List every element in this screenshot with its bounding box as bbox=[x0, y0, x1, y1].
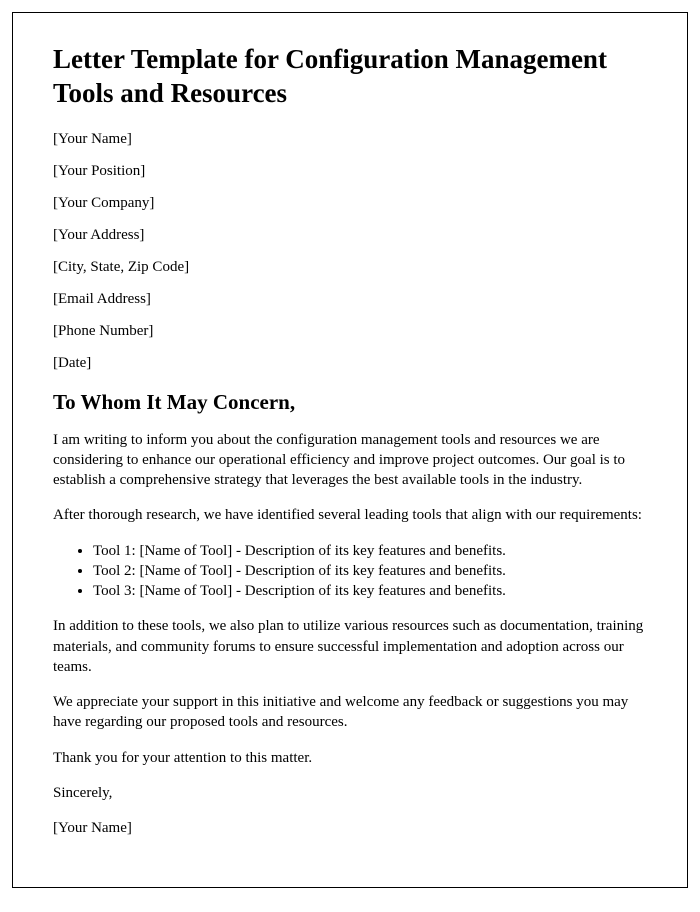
tools-list: Tool 1: [Name of Tool] - Description of … bbox=[93, 541, 647, 602]
list-item: Tool 2: [Name of Tool] - Description of … bbox=[93, 561, 647, 581]
field-address: [Your Address] bbox=[53, 227, 647, 244]
field-name: [Your Name] bbox=[53, 131, 647, 148]
field-date: [Date] bbox=[53, 355, 647, 372]
field-email: [Email Address] bbox=[53, 291, 647, 308]
document-page: Letter Template for Configuration Manage… bbox=[12, 12, 688, 888]
paragraph-tools-intro: After thorough research, we have identif… bbox=[53, 505, 647, 525]
field-phone: [Phone Number] bbox=[53, 323, 647, 340]
paragraph-resources: In addition to these tools, we also plan… bbox=[53, 616, 647, 677]
list-item: Tool 1: [Name of Tool] - Description of … bbox=[93, 541, 647, 561]
field-company: [Your Company] bbox=[53, 195, 647, 212]
closing: Sincerely, bbox=[53, 783, 647, 803]
salutation: To Whom It May Concern, bbox=[53, 390, 647, 415]
paragraph-intro: I am writing to inform you about the con… bbox=[53, 430, 647, 491]
list-item: Tool 3: [Name of Tool] - Description of … bbox=[93, 581, 647, 601]
paragraph-thanks: Thank you for your attention to this mat… bbox=[53, 748, 647, 768]
field-position: [Your Position] bbox=[53, 163, 647, 180]
signature: [Your Name] bbox=[53, 818, 647, 838]
paragraph-feedback: We appreciate your support in this initi… bbox=[53, 692, 647, 733]
document-title: Letter Template for Configuration Manage… bbox=[53, 43, 647, 111]
field-city-state-zip: [City, State, Zip Code] bbox=[53, 259, 647, 276]
